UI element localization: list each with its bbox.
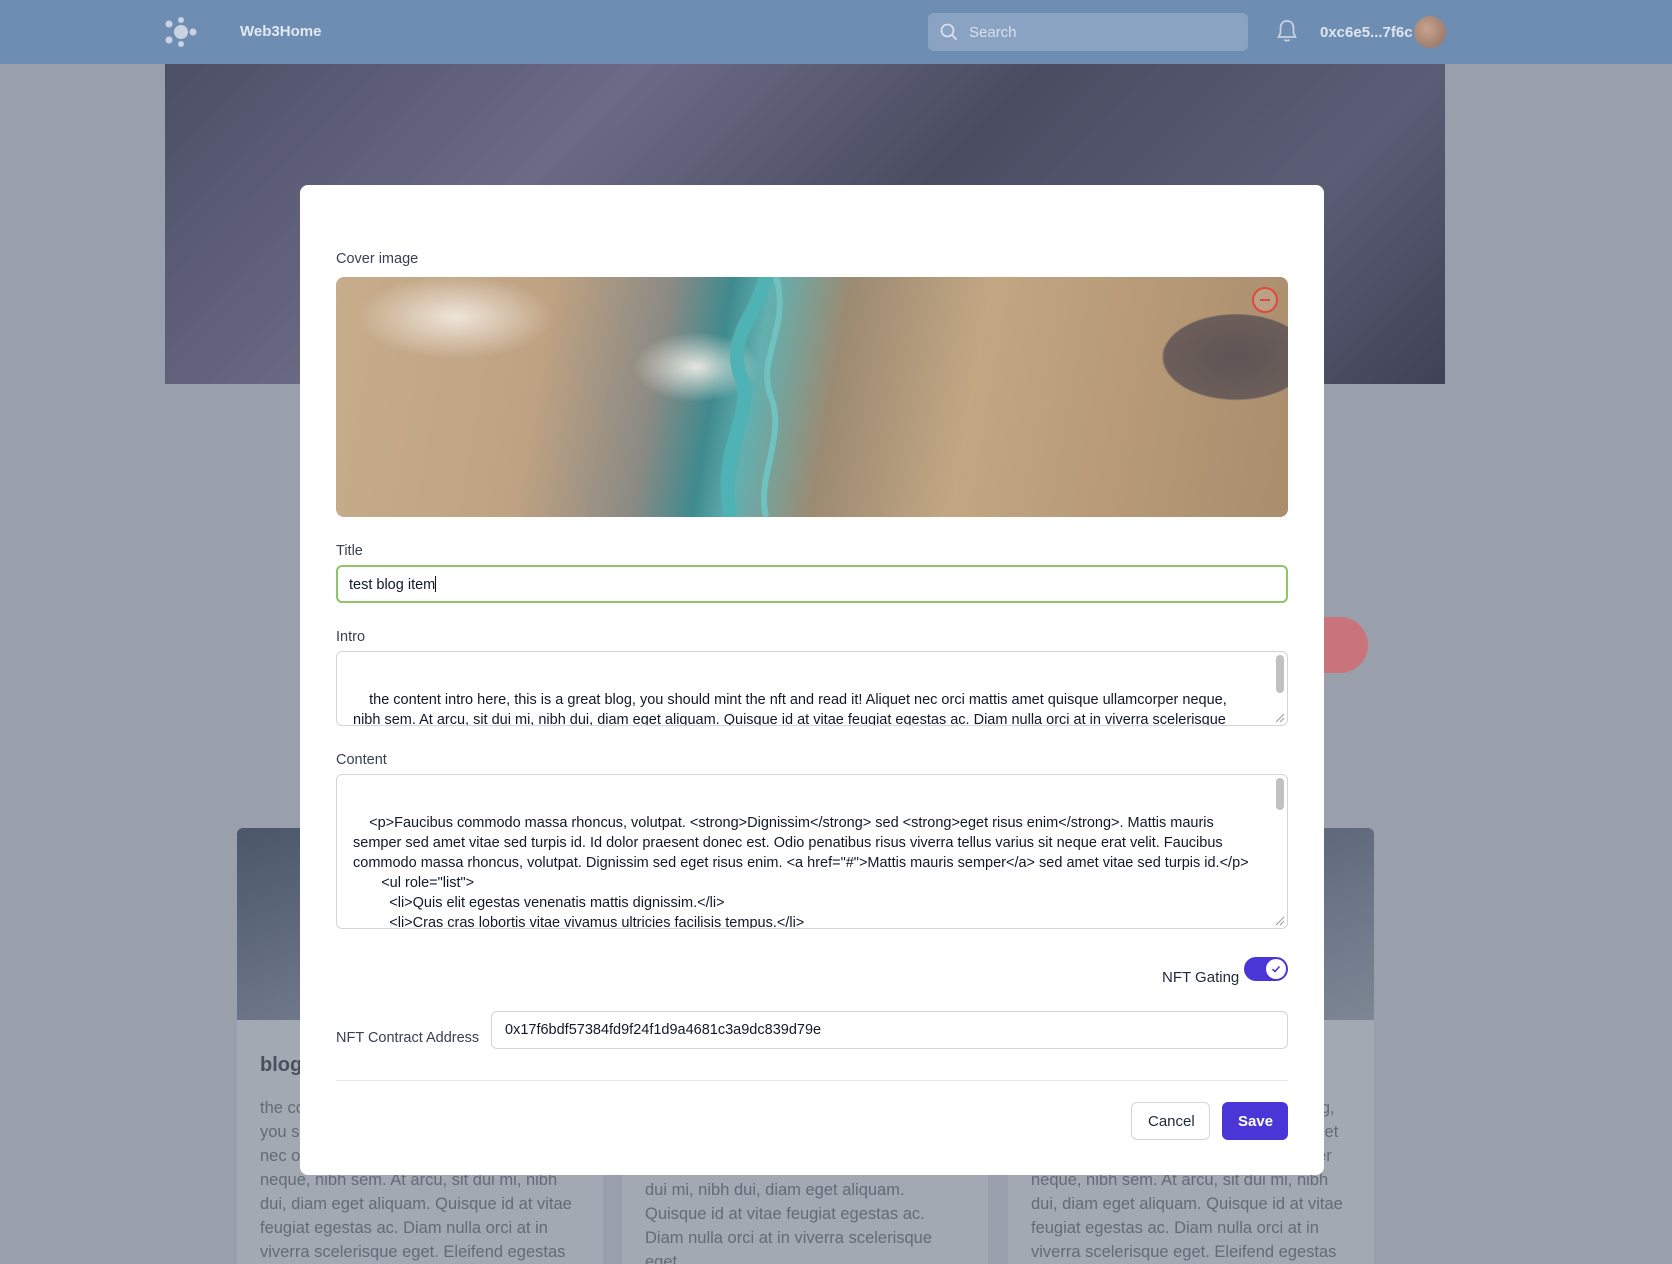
nft-gating-label: NFT Gating xyxy=(1162,969,1240,986)
title-input-value: test blog item xyxy=(349,577,436,593)
wallet-address[interactable]: 0xc6e5...7f6c xyxy=(1320,24,1413,41)
intro-textarea-value: the content intro here, this is a great … xyxy=(353,692,1227,726)
save-button[interactable]: Save xyxy=(1222,1102,1288,1140)
intro-scrollbar[interactable] xyxy=(1276,655,1284,693)
resize-grip-icon[interactable] xyxy=(1275,713,1285,723)
check-icon xyxy=(1271,965,1281,973)
title-input[interactable]: test blog item xyxy=(336,565,1288,603)
title-label: Title xyxy=(336,543,363,559)
blog-card-title: blog xyxy=(260,1054,303,1076)
content-textarea-value: <p>Faucibus commodo massa rhoncus, volut… xyxy=(353,815,1249,929)
remove-cover-icon[interactable] xyxy=(1252,287,1278,313)
top-navbar: Web3Home Search 0xc6e5...7f6c xyxy=(0,0,1672,64)
content-label: Content xyxy=(336,752,387,768)
text-caret xyxy=(435,576,437,592)
resize-grip-icon[interactable] xyxy=(1275,916,1285,926)
nft-contract-address-value: 0x17f6bdf57384fd9f24f1d9a4681c3a9dc839d7… xyxy=(505,1022,822,1038)
search-box[interactable]: Search xyxy=(928,13,1248,51)
cover-image-river xyxy=(720,277,783,517)
intro-textarea[interactable]: the content intro here, this is a great … xyxy=(336,651,1288,726)
divider xyxy=(336,1080,1288,1081)
search-placeholder: Search xyxy=(969,24,1017,41)
cancel-button[interactable]: Cancel xyxy=(1131,1102,1210,1140)
avatar[interactable] xyxy=(1414,16,1446,48)
toggle-knob xyxy=(1266,959,1286,979)
nft-contract-address-label: NFT Contract Address xyxy=(336,1030,480,1046)
web3home-logo-icon xyxy=(165,17,197,47)
nft-contract-address-input[interactable]: 0x17f6bdf57384fd9f24f1d9a4681c3a9dc839d7… xyxy=(491,1011,1288,1049)
cover-image[interactable] xyxy=(336,277,1288,517)
brand-name[interactable]: Web3Home xyxy=(240,23,321,40)
notification-bell-icon[interactable] xyxy=(1276,19,1298,43)
content-textarea[interactable]: <p>Faucibus commodo massa rhoncus, volut… xyxy=(336,774,1288,929)
intro-label: Intro xyxy=(336,629,366,645)
nft-gating-toggle[interactable] xyxy=(1244,957,1288,981)
cover-image-label: Cover image xyxy=(336,251,419,267)
content-scrollbar[interactable] xyxy=(1276,778,1284,810)
edit-blog-modal: Cover image Title test blog item Intro t… xyxy=(300,185,1324,1175)
search-icon xyxy=(940,23,958,41)
